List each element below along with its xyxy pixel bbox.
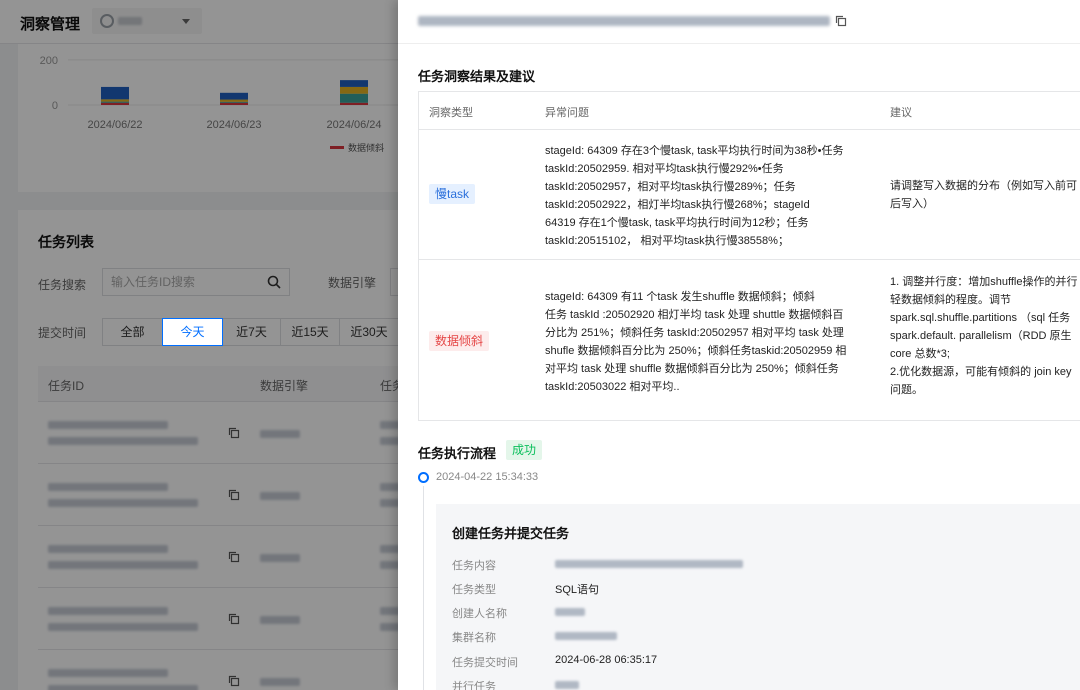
flow-status-badge: 成功 [506, 440, 543, 460]
column-header-issue: 异常问题 [545, 107, 589, 119]
insight-row-slow-task: 慢task stageId: 64309 存在3个慢task, task平均执行… [419, 130, 1080, 260]
filter-today[interactable]: 今天 [162, 318, 223, 346]
field-label: 任务类型 [452, 584, 496, 596]
submit-time-value: 2024-06-28 06:35:17 [555, 654, 658, 666]
copy-icon[interactable] [835, 15, 847, 27]
insight-type-tag: 慢task [429, 184, 476, 204]
task-detail-drawer: 任务洞察结果及建议 洞察类型 异常问题 建议 慢task stageId: 64… [398, 0, 1080, 690]
cluster-redacted [555, 632, 617, 640]
creator-redacted [555, 608, 585, 616]
column-header-insight-type: 洞察类型 [429, 107, 473, 119]
step-timestamp: 2024-04-22 15:34:33 [436, 471, 539, 483]
advice-text: 1. 调整并行度：增加shuffle操作的并行 轻数据倾斜的程度。调节 spar… [890, 276, 1078, 396]
field-label: 创建人名称 [452, 608, 507, 620]
field-label: 任务内容 [452, 560, 496, 572]
issue-text: stageId: 64309 有11 个task 发生shuffle 数据倾斜；… [545, 291, 847, 393]
insight-table-header: 洞察类型 异常问题 建议 [419, 92, 1080, 130]
task-id-redacted [418, 16, 830, 26]
insights-section-title: 任务洞察结果及建议 [418, 69, 536, 84]
advice-text: 请调整写入数据的分布（例如写入前可 后写入） [890, 180, 1077, 210]
field-label: 集群名称 [452, 632, 496, 644]
timeline-line [423, 486, 424, 690]
issue-text: stageId: 64309 存在3个慢task, task平均执行时间为38秒… [545, 145, 844, 247]
column-header-advice: 建议 [890, 107, 912, 119]
insight-row-data-skew: 数据倾斜 stageId: 64309 有11 个task 发生shuffle … [419, 260, 1080, 420]
drawer-header [398, 0, 1080, 44]
task-content-redacted [555, 560, 743, 568]
insight-type-tag: 数据倾斜 [429, 331, 490, 351]
parallel-tasks-redacted [555, 681, 579, 689]
field-label: 并行任务 [452, 681, 496, 690]
field-label: 任务提交时间 [452, 657, 518, 669]
timeline-node [418, 472, 429, 483]
task-type-value: SQL语句 [555, 584, 600, 596]
insight-table: 洞察类型 异常问题 建议 慢task stageId: 64309 存在3个慢t… [418, 91, 1080, 421]
step-title: 创建任务并提交任务 [452, 526, 570, 541]
step-card: 创建任务并提交任务 任务内容 任务类型 SQL语句 创建人名称 集群名称 任务提… [436, 504, 1080, 690]
flow-section-title: 任务执行流程 [418, 446, 497, 461]
